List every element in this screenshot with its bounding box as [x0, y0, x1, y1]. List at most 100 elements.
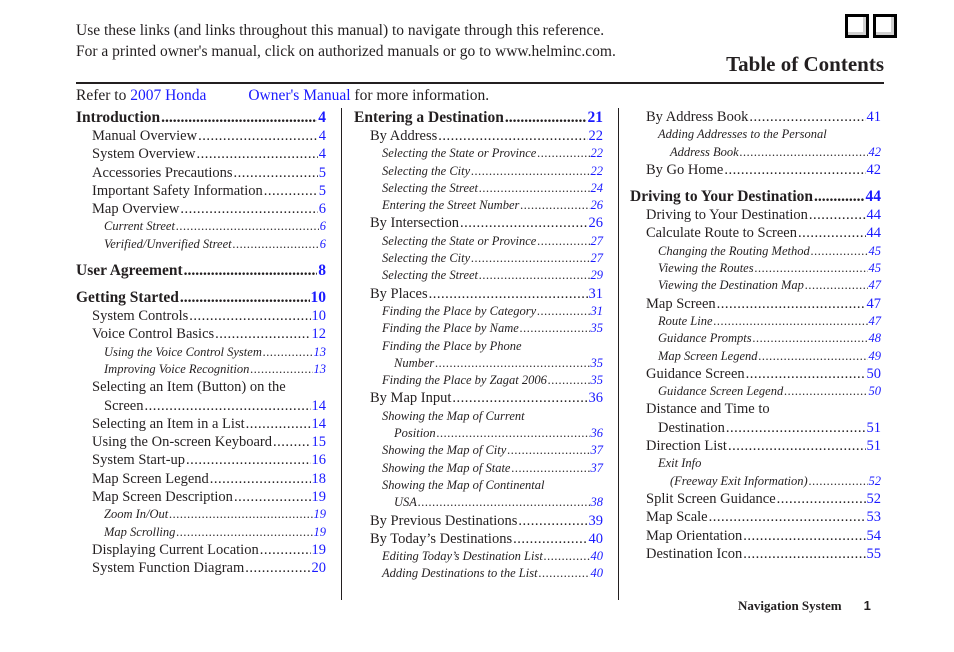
toc-entry-link[interactable]: Accessories Precautions 5 [76, 164, 326, 182]
toc-subentry-link[interactable]: Map Screen Legend 49 [630, 348, 881, 365]
toc-row[interactable]: Showing the Map of City 37 [382, 442, 603, 459]
toc-row[interactable]: Position 36 [382, 425, 603, 442]
toc-entry-link[interactable]: Important Safety Information 5 [76, 182, 326, 200]
page-number-link[interactable]: 4 [319, 145, 326, 163]
toc-row[interactable]: Changing the Routing Method 45 [658, 243, 881, 260]
toc-entry-link[interactable]: Map Screen 47 [630, 295, 881, 313]
toc-subentry-link[interactable]: Showing the Map of Continental USA 38 [354, 477, 603, 512]
toc-row[interactable]: Introduction 4 [76, 108, 326, 127]
toc-row[interactable]: Calculate Route to Screen 44 [646, 224, 881, 242]
toc-row[interactable]: Using the Voice Control System 13 [104, 344, 326, 361]
toc-row[interactable]: Finding the Place by Zagat 2006 35 [382, 372, 603, 389]
toc-row[interactable]: By Go Home 42 [646, 161, 881, 179]
page-number-link[interactable]: 14 [312, 397, 327, 415]
toc-subentry-link[interactable]: Entering the Street Number 26 [354, 197, 603, 214]
toc-row[interactable]: Verified/Unverified Street 6 [104, 236, 326, 253]
toc-entry-link[interactable]: Map Screen Legend 18 [76, 470, 326, 488]
toc-entry-link[interactable]: System Function Diagram 20 [76, 559, 326, 577]
toc-row[interactable]: By Intersection 26 [370, 214, 603, 232]
toc-row[interactable]: Selecting the Street 24 [382, 180, 603, 197]
page-number-link[interactable]: 42 [867, 161, 882, 179]
page-number-link[interactable]: 44 [866, 187, 882, 206]
page-number-link[interactable]: 4 [318, 108, 326, 127]
page-number-link[interactable]: 15 [312, 433, 327, 451]
page-number-link[interactable]: 36 [591, 425, 604, 442]
page-number-link[interactable]: 31 [591, 303, 604, 320]
toc-entry-link[interactable]: By Map Input 36 [354, 389, 603, 407]
toc-row[interactable]: Selecting the Street 29 [382, 267, 603, 284]
page-number-link[interactable]: 50 [867, 365, 882, 383]
toc-row[interactable]: System Start-up 16 [92, 451, 326, 469]
toc-entry-link[interactable]: Map Overview 6 [76, 200, 326, 218]
toc-entry-link[interactable]: System Start-up 16 [76, 451, 326, 469]
toc-subentry-link[interactable]: Verified/Unverified Street 6 [76, 236, 326, 253]
toc-entry-link[interactable]: Direction List 51 [630, 437, 881, 455]
toc-row[interactable]: Map Scale 53 [646, 508, 881, 526]
page-number-link[interactable]: 22 [591, 145, 604, 162]
toc-entry-link[interactable]: Distance and Time toDestination 51 [630, 400, 881, 437]
toc-subentry-link[interactable]: Editing Today’s Destination List 40 [354, 548, 603, 565]
page-number-link[interactable]: 51 [867, 419, 882, 437]
toc-row[interactable]: Map Overview 6 [92, 200, 326, 218]
toc-entry-link[interactable]: Manual Overview 4 [76, 127, 326, 145]
toc-row[interactable]: By Address Book 41 [646, 108, 881, 126]
toc-entry-link[interactable]: Selecting an Item (Button) on theScreen 1… [76, 378, 326, 415]
toc-subentry-link[interactable]: Selecting the Street 29 [354, 267, 603, 284]
toc-row[interactable]: Guidance Screen 50 [646, 365, 881, 383]
toc-row[interactable]: (Freeway Exit Information) 52 [658, 473, 881, 490]
toc-row[interactable]: Selecting the State or Province 22 [382, 145, 603, 162]
page-number-link[interactable]: 19 [314, 506, 327, 523]
toc-subentry-link[interactable]: Finding the Place by Phone Number 35 [354, 338, 603, 373]
toc-entry-link[interactable]: By Today’s Destinations 40 [354, 530, 603, 548]
toc-entry-link[interactable]: System Overview 4 [76, 145, 326, 163]
page-number-link[interactable]: 4 [319, 127, 326, 145]
toc-row[interactable]: System Overview 4 [92, 145, 326, 163]
page-number-link[interactable]: 19 [314, 524, 327, 541]
page-number-link[interactable]: 26 [589, 214, 604, 232]
page-number-link[interactable]: 12 [312, 325, 327, 343]
page-number-link[interactable]: 35 [591, 355, 604, 372]
toc-row[interactable]: Finding the Place by Name 35 [382, 320, 603, 337]
honda-link[interactable]: 2007 Honda [130, 87, 206, 104]
toc-subentry-link[interactable]: Zoom In/Out 19 [76, 506, 326, 523]
toc-subentry-link[interactable]: Adding Addresses to the Personal Address … [630, 126, 881, 161]
toc-row[interactable]: Number 35 [382, 355, 603, 372]
toc-subentry-link[interactable]: Adding Destinations to the List 40 [354, 565, 603, 582]
page-number-link[interactable]: 16 [312, 451, 327, 469]
page-number-link[interactable]: 53 [867, 508, 882, 526]
toc-subentry-link[interactable]: Using the Voice Control System 13 [76, 344, 326, 361]
toc-row[interactable]: Map Screen Description 19 [92, 488, 326, 506]
toc-subentry-link[interactable]: Finding the Place by Category 31 [354, 303, 603, 320]
toc-row[interactable]: Guidance Screen Legend 50 [658, 383, 881, 400]
page-number-link[interactable]: 47 [869, 277, 882, 294]
page-number-link[interactable]: 50 [869, 383, 882, 400]
toc-row[interactable]: Driving to Your Destination 44 [630, 187, 881, 206]
toc-subentry-link[interactable]: Guidance Prompts 48 [630, 330, 881, 347]
toc-entry-link[interactable]: Destination Icon 55 [630, 545, 881, 563]
toc-subentry-link[interactable]: Selecting the Street 24 [354, 180, 603, 197]
page-number-link[interactable]: 37 [591, 442, 604, 459]
toc-row[interactable]: Selecting the City 27 [382, 250, 603, 267]
toc-subentry-link[interactable]: Current Street 6 [76, 218, 326, 235]
toc-subentry-link[interactable]: Selecting the City 27 [354, 250, 603, 267]
previous-page-button[interactable] [845, 14, 869, 38]
page-number-link[interactable]: 18 [312, 470, 327, 488]
toc-row[interactable]: Manual Overview 4 [92, 127, 326, 145]
toc-subentry-link[interactable]: Finding the Place by Zagat 2006 35 [354, 372, 603, 389]
toc-row[interactable]: Viewing the Routes 45 [658, 260, 881, 277]
toc-row[interactable]: System Function Diagram 20 [92, 559, 326, 577]
toc-row[interactable]: Destination 51 [646, 419, 881, 437]
toc-row[interactable]: Adding Destinations to the List 40 [382, 565, 603, 582]
toc-subentry-link[interactable]: Guidance Screen Legend 50 [630, 383, 881, 400]
toc-subentry-link[interactable]: Route Line 47 [630, 313, 881, 330]
toc-row[interactable]: System Controls 10 [92, 307, 326, 325]
next-page-button[interactable] [873, 14, 897, 38]
toc-row[interactable]: Map Orientation 54 [646, 527, 881, 545]
toc-row[interactable]: By Map Input 36 [370, 389, 603, 407]
toc-row[interactable]: Finding the Place by Category 31 [382, 303, 603, 320]
page-number-link[interactable]: 19 [312, 488, 327, 506]
page-number-link[interactable]: 24 [591, 180, 604, 197]
page-number-link[interactable]: 38 [591, 494, 604, 511]
toc-entry-link[interactable]: Using the On-screen Keyboard 15 [76, 433, 326, 451]
toc-entry-link[interactable]: System Controls 10 [76, 307, 326, 325]
